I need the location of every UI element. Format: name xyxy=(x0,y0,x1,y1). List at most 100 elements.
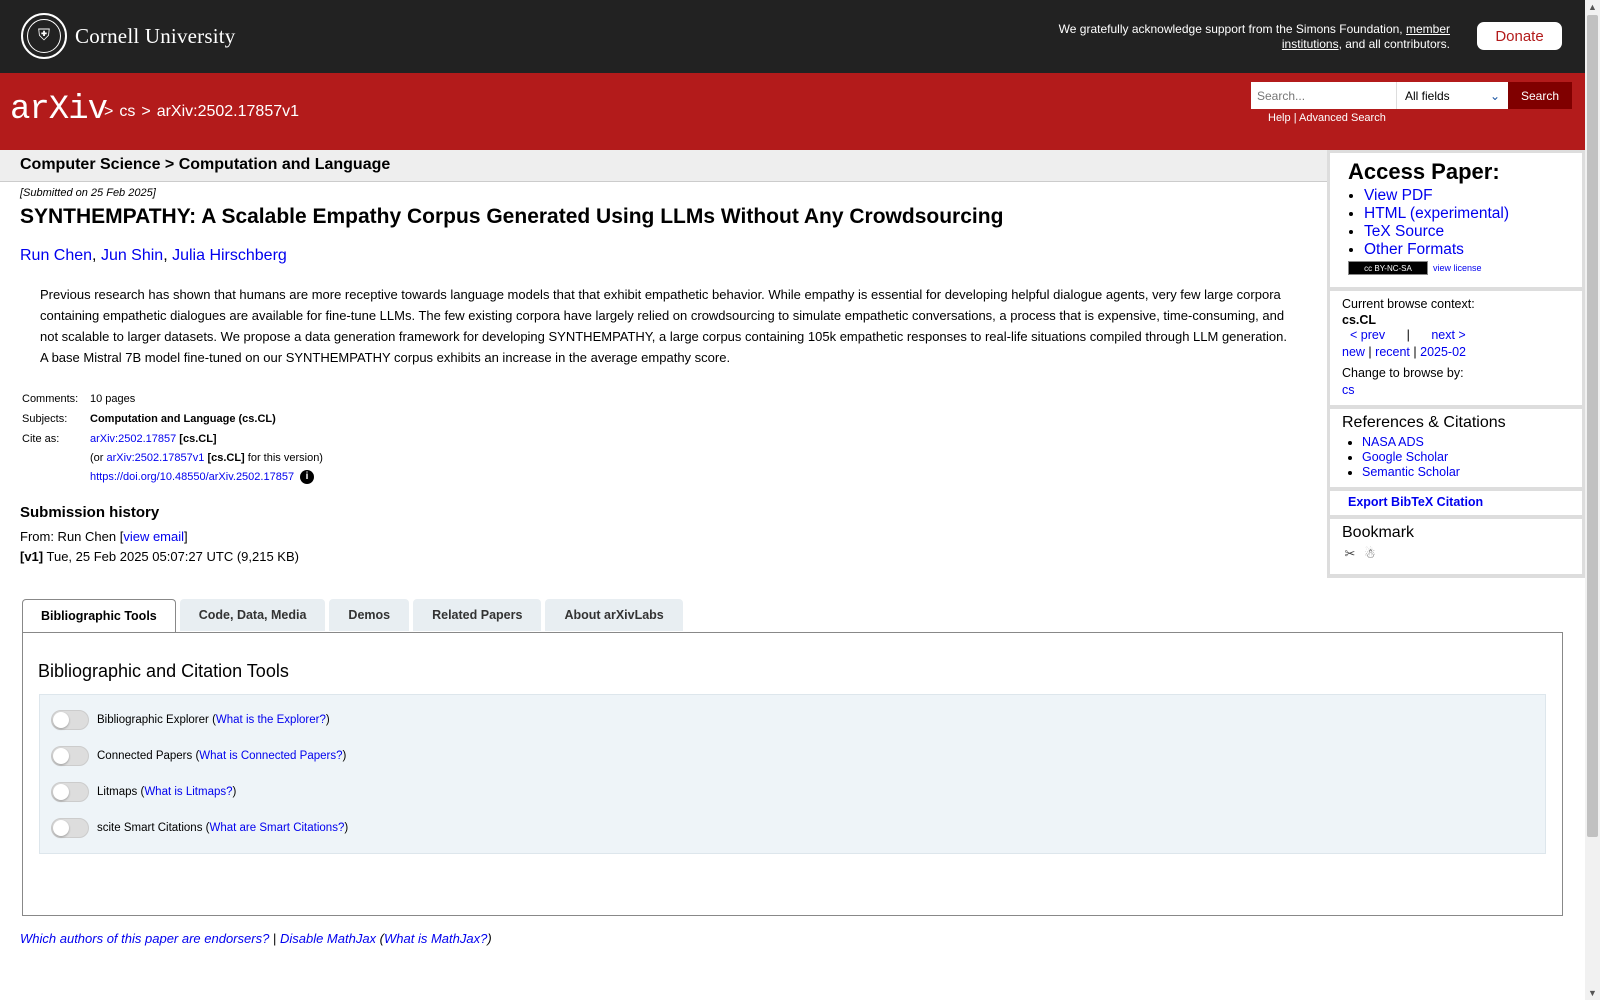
author-link[interactable]: Julia Hirschberg xyxy=(172,247,287,264)
help-links: Help | Advanced Search xyxy=(1268,112,1386,124)
tab-about-arxivlabs[interactable]: About arXivLabs xyxy=(545,599,683,631)
author-list: Run Chen, Jun Shin, Julia Hirschberg xyxy=(20,247,287,264)
comments-row: Comments: 10 pages xyxy=(22,393,136,405)
cc-license-badge[interactable]: cc BY-NC-SA xyxy=(1348,261,1428,275)
bibtex-box: Export BibTeX Citation xyxy=(1330,491,1582,515)
other-formats-link[interactable]: Other Formats xyxy=(1364,241,1464,258)
scroll-thumb[interactable] xyxy=(1587,15,1598,837)
arxiv-logo[interactable]: arXiv xyxy=(10,91,108,129)
help-link[interactable]: Help xyxy=(1268,112,1291,124)
submission-history-heading: Submission history xyxy=(20,504,160,521)
donate-button[interactable]: Donate xyxy=(1477,22,1562,50)
info-icon[interactable]: i xyxy=(300,470,315,485)
html-link[interactable]: HTML (experimental) xyxy=(1364,205,1509,222)
tab-code-data-media[interactable]: Code, Data, Media xyxy=(179,599,326,631)
abstract: Previous research has shown that humans … xyxy=(40,287,1288,365)
recent-link[interactable]: recent xyxy=(1375,345,1410,359)
connected-papers-toggle[interactable] xyxy=(51,746,89,766)
scite-toggle[interactable] xyxy=(51,818,89,838)
top-bar: ⛨ Cornell University We gratefully ackno… xyxy=(0,0,1585,73)
prev-link[interactable]: < prev xyxy=(1350,328,1385,342)
breadcrumb-paper-id: arXiv:2502.17857v1 xyxy=(156,103,300,120)
view-license-link[interactable]: view license xyxy=(1433,263,1482,273)
breadcrumb-cs[interactable]: cs xyxy=(119,103,135,121)
litmaps-toggle[interactable] xyxy=(51,782,89,802)
search-form: All fields ⌄ Search xyxy=(1251,82,1572,109)
support-text: We gratefully acknowledge support from t… xyxy=(1058,22,1450,51)
sidebar: Access Paper: View PDF HTML (experimenta… xyxy=(1327,150,1585,578)
submitted-date: [Submitted on 25 Feb 2025] xyxy=(20,187,156,199)
what-is-connected-papers-link[interactable]: What is Connected Papers? xyxy=(199,750,342,762)
bookmark-box: Bookmark ✂ ☃ xyxy=(1330,519,1582,574)
what-are-smart-citations-link[interactable]: What are Smart Citations? xyxy=(209,822,344,834)
scroll-up-icon[interactable]: ▲ xyxy=(1588,2,1597,12)
reddit-icon[interactable]: ☃ xyxy=(1362,546,1378,562)
new-link[interactable]: new xyxy=(1342,345,1365,359)
search-button[interactable]: Search xyxy=(1508,82,1572,109)
what-is-mathjax-link[interactable]: What is MathJax? xyxy=(384,931,487,946)
submission-from: From: Run Chen [view email] xyxy=(20,529,188,544)
access-paper-box: Access Paper: View PDF HTML (experimenta… xyxy=(1330,153,1582,287)
bibliographic-explorer-toggle[interactable] xyxy=(51,710,89,730)
nasa-ads-link[interactable]: NASA ADS xyxy=(1362,435,1424,449)
tab-related-papers[interactable]: Related Papers xyxy=(413,599,542,631)
export-bibtex-link[interactable]: Export BibTeX Citation xyxy=(1348,495,1483,509)
version-v1: [v1] Tue, 25 Feb 2025 05:07:27 UTC (9,21… xyxy=(20,549,299,564)
subjects-value: Computation and Language (cs.CL) xyxy=(90,413,276,425)
cite-row: Cite as: arXiv:2502.17857 [cs.CL] (or ar… xyxy=(22,433,323,485)
search-input[interactable] xyxy=(1251,82,1396,109)
tool-row: Litmaps (What is Litmaps?) xyxy=(51,782,236,802)
what-is-explorer-link[interactable]: What is the Explorer? xyxy=(216,714,326,726)
bibsonomy-icon[interactable]: ✂ xyxy=(1342,546,1358,562)
view-pdf-link[interactable]: View PDF xyxy=(1364,187,1433,204)
arxiv-header: arXiv > cs > arXiv:2502.17857v1 All fiel… xyxy=(0,73,1585,150)
view-email-link[interactable]: view email xyxy=(123,529,184,544)
advanced-search-link[interactable]: Advanced Search xyxy=(1299,112,1386,124)
bookmark-title: Bookmark xyxy=(1342,524,1415,541)
endorsers-link[interactable]: Which authors of this paper are endorser… xyxy=(20,931,269,946)
footer-links: Which authors of this paper are endorser… xyxy=(20,931,492,946)
browse-context-box: Current browse context: cs.CL < prev | n… xyxy=(1330,291,1582,405)
tab-bibliographic-tools[interactable]: Bibliographic Tools xyxy=(22,599,176,633)
references-title: References & Citations xyxy=(1342,414,1506,431)
google-scholar-link[interactable]: Google Scholar xyxy=(1362,450,1448,464)
cite-id-link[interactable]: arXiv:2502.17857 xyxy=(90,433,176,445)
subjects-row: Subjects: Computation and Language (cs.C… xyxy=(22,413,276,425)
search-field-select[interactable]: All fields ⌄ xyxy=(1396,82,1508,109)
institution-name: Cornell University xyxy=(75,23,236,48)
tools-list: Bibliographic Explorer (What is the Expl… xyxy=(39,694,1546,854)
cornell-seal-icon: ⛨ xyxy=(21,13,67,59)
month-link[interactable]: 2025-02 xyxy=(1420,345,1466,359)
browse-cs-link[interactable]: cs xyxy=(1342,383,1355,397)
tab-demos[interactable]: Demos xyxy=(329,599,410,631)
comments-value: 10 pages xyxy=(90,393,136,405)
author-link[interactable]: Run Chen xyxy=(20,247,92,264)
what-is-litmaps-link[interactable]: What is Litmaps? xyxy=(144,786,232,798)
tool-row: Bibliographic Explorer (What is the Expl… xyxy=(51,710,330,730)
page: ⛨ Cornell University We gratefully ackno… xyxy=(0,0,1585,1000)
cornell-logo[interactable]: ⛨ Cornell University xyxy=(21,13,236,59)
semantic-scholar-link[interactable]: Semantic Scholar xyxy=(1362,465,1460,479)
breadcrumb: > cs > arXiv:2502.17857v1 xyxy=(104,103,300,121)
browse-context: cs.CL xyxy=(1342,312,1377,327)
disable-mathjax-link[interactable]: Disable MathJax xyxy=(280,931,376,946)
references-box: References & Citations NASA ADS Google S… xyxy=(1330,409,1582,487)
author-link[interactable]: Jun Shin xyxy=(101,247,163,264)
license: cc BY-NC-SA view license xyxy=(1348,261,1582,275)
labs-tabs: Bibliographic Tools Code, Data, Media De… xyxy=(22,599,683,633)
access-paper-title: Access Paper: xyxy=(1348,159,1500,184)
tool-row: Connected Papers (What is Connected Pape… xyxy=(51,746,346,766)
next-link[interactable]: next > xyxy=(1431,328,1465,342)
tex-source-link[interactable]: TeX Source xyxy=(1364,223,1444,240)
tools-title: Bibliographic and Citation Tools xyxy=(38,661,289,681)
chevron-down-icon: ⌄ xyxy=(1489,88,1500,103)
doi-link[interactable]: https://doi.org/10.48550/arXiv.2502.1785… xyxy=(90,471,294,483)
scrollbar[interactable]: ▲ ▼ xyxy=(1585,0,1600,1000)
scroll-down-icon[interactable]: ▼ xyxy=(1588,988,1597,998)
category-title: Computer Science > Computation and Langu… xyxy=(20,156,391,173)
tool-row: scite Smart Citations (What are Smart Ci… xyxy=(51,818,348,838)
tab-panel: Bibliographic and Citation Tools Bibliog… xyxy=(22,632,1563,916)
category-header: Computer Science > Computation and Langu… xyxy=(0,150,1327,182)
cite-version-link[interactable]: arXiv:2502.17857v1 xyxy=(107,452,205,464)
metadata-table: Comments: 10 pages Subjects: Computation… xyxy=(22,392,323,490)
